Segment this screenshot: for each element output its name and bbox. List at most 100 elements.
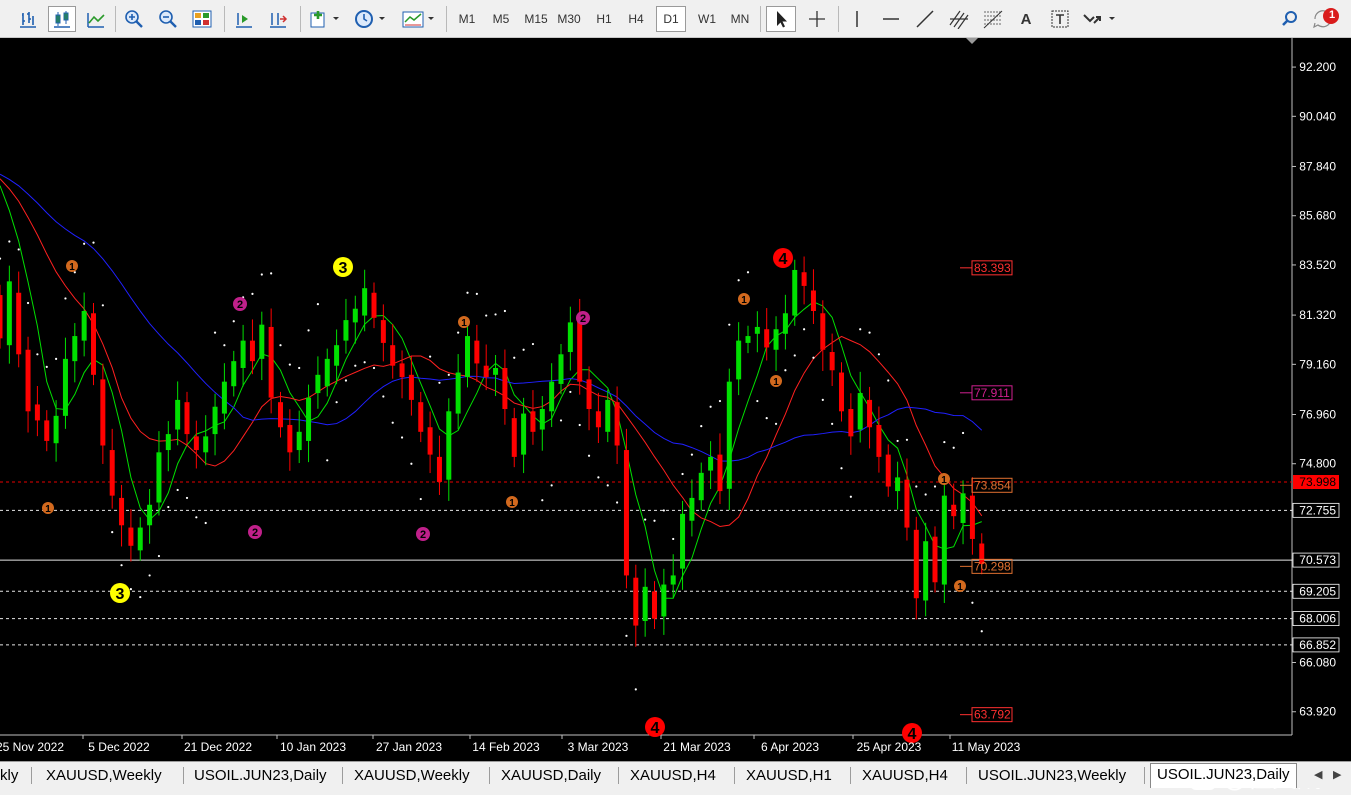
horizontal-line-icon[interactable] [876, 6, 906, 32]
candle-body[interactable] [708, 456, 714, 471]
candle-body[interactable] [44, 420, 50, 441]
autoscroll-icon[interactable] [230, 6, 258, 32]
candle-body[interactable] [465, 336, 470, 378]
candle-body[interactable] [91, 313, 96, 375]
candle-body[interactable] [249, 340, 255, 362]
candle-body[interactable] [268, 326, 274, 398]
candle-body[interactable] [857, 393, 863, 430]
candle-body[interactable] [549, 381, 555, 412]
trendline-icon[interactable] [910, 6, 940, 32]
candle-body[interactable] [193, 436, 199, 451]
candle-body[interactable] [689, 497, 695, 521]
candle-body[interactable] [810, 290, 816, 311]
candle-body[interactable] [792, 269, 798, 316]
candle-body[interactable] [203, 436, 209, 453]
candle-body[interactable] [867, 399, 873, 428]
timeframe-m15-button[interactable]: M15 [520, 6, 552, 32]
chart-shift-icon[interactable] [264, 6, 292, 32]
candle-body[interactable] [951, 504, 957, 517]
candle-body[interactable] [820, 313, 826, 350]
candle-body[interactable] [960, 493, 966, 523]
templates-icon[interactable] [398, 6, 438, 32]
chart-tab-active[interactable]: USOIL.JUN23,Daily [1150, 763, 1297, 788]
candle-body[interactable] [502, 367, 508, 410]
candle-body[interactable] [904, 479, 910, 528]
candle-body[interactable] [586, 379, 592, 410]
candle-body[interactable] [278, 402, 283, 428]
candle-body[interactable] [184, 402, 190, 435]
candle-body[interactable] [558, 354, 564, 384]
candle-body[interactable] [156, 452, 162, 503]
candle-body[interactable] [343, 320, 349, 341]
candle-body[interactable] [296, 431, 302, 451]
candle-body[interactable] [941, 495, 947, 585]
chart-canvas[interactable]: 3344 422 221111111192.20090.04087.84085.68… [0, 38, 1351, 761]
candle-body[interactable] [446, 411, 452, 480]
candlestick-icon[interactable] [48, 6, 76, 32]
candle-body[interactable] [745, 336, 751, 343]
candle-body[interactable] [53, 415, 59, 444]
candle-body[interactable] [25, 349, 31, 412]
candle-body[interactable] [969, 495, 975, 539]
candle-body[interactable] [455, 372, 461, 414]
candle-body[interactable] [932, 536, 938, 583]
bar-chart-icon[interactable] [14, 6, 42, 32]
text-icon[interactable]: A [1012, 6, 1040, 32]
candle-body[interactable] [427, 427, 433, 455]
candle-body[interactable] [539, 409, 545, 430]
arrows-icon[interactable] [1080, 6, 1120, 32]
chart-tab[interactable]: kly [0, 765, 24, 787]
candle-body[interactable] [923, 541, 929, 601]
candle-body[interactable] [100, 379, 106, 446]
candle-body[interactable] [399, 363, 405, 378]
candle-body[interactable] [623, 450, 629, 576]
candle-body[interactable] [595, 411, 601, 428]
crosshair-icon[interactable] [802, 6, 832, 32]
candle-body[interactable] [109, 450, 115, 496]
candle-body[interactable] [764, 329, 770, 348]
candle-body[interactable] [652, 591, 657, 619]
candle-body[interactable] [633, 577, 639, 626]
candle-body[interactable] [474, 340, 480, 364]
timeframe-h4-button[interactable]: H4 [622, 6, 650, 32]
candle-body[interactable] [334, 345, 340, 366]
candle-body[interactable] [511, 418, 517, 457]
candle-body[interactable] [315, 374, 321, 394]
candle-body[interactable] [128, 527, 134, 546]
candle-body[interactable] [754, 326, 760, 334]
candle-body[interactable] [324, 358, 330, 387]
candle-body[interactable] [81, 310, 87, 341]
candle-body[interactable] [137, 527, 143, 551]
candle-body[interactable] [165, 434, 171, 451]
fibonacci-channel-icon[interactable] [944, 6, 974, 32]
candle-body[interactable] [380, 320, 386, 343]
line-chart-icon[interactable] [82, 6, 110, 32]
candle-body[interactable] [72, 336, 78, 362]
zoom-in-icon[interactable] [120, 6, 148, 32]
text-label-icon[interactable] [1046, 6, 1074, 32]
candle-body[interactable] [848, 409, 854, 437]
vertical-line-icon[interactable] [842, 6, 872, 32]
candle-body[interactable] [221, 381, 227, 414]
candle-body[interactable] [829, 352, 835, 371]
candle-body[interactable] [521, 413, 527, 455]
candle-body[interactable] [773, 329, 779, 350]
candle-body[interactable] [6, 281, 12, 346]
candle-body[interactable] [680, 513, 686, 569]
candle-body[interactable] [306, 397, 312, 441]
search-icon[interactable] [1276, 6, 1304, 32]
fibonacci-icon[interactable] [978, 6, 1008, 32]
candle-body[interactable] [717, 454, 723, 492]
chart-tab[interactable]: XAUUSD,H4 [624, 765, 722, 787]
candle-body[interactable] [661, 584, 667, 617]
candle-body[interactable] [259, 324, 265, 359]
timeframe-m1-button[interactable]: M1 [452, 6, 482, 32]
candle-body[interactable] [605, 399, 611, 432]
timeframe-mn-button[interactable]: MN [724, 6, 756, 32]
candle-body[interactable] [577, 320, 583, 382]
candle-body[interactable] [782, 313, 788, 334]
price-chart[interactable]: 3 3 4 4 4 2 2 2 2 1 1 1 1 1 1 1 1 92.200 90.040 87.840 85.68… [0, 38, 1351, 793]
timeframe-w1-button[interactable]: W1 [692, 6, 722, 32]
candle-body[interactable] [839, 372, 844, 412]
chart-tab[interactable]: USOIL.JUN23,Daily [188, 765, 333, 787]
